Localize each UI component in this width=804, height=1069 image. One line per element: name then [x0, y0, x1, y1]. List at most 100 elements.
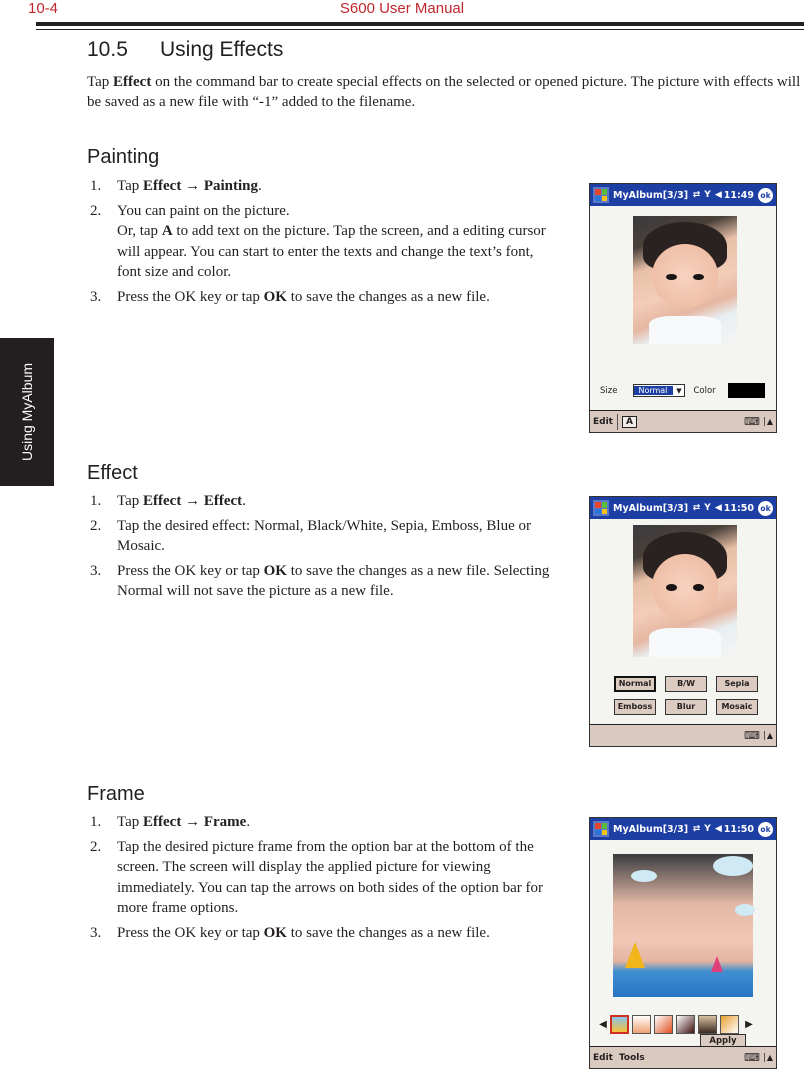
frame-thumb[interactable] — [610, 1015, 629, 1034]
input-panel-arrow-icon[interactable]: ▲ — [763, 731, 773, 740]
photo-face — [651, 244, 719, 309]
app-title: MyAlbum[3/3] — [613, 823, 689, 835]
effect-emboss-button[interactable]: Emboss — [614, 699, 656, 715]
effect-blur-button[interactable]: Blur — [665, 699, 707, 715]
baby-photo — [633, 216, 737, 344]
volume-icon: ◀ — [714, 503, 722, 513]
step: 2. Tap the desired picture frame from the… — [90, 837, 550, 919]
painting-heading: Painting — [87, 146, 160, 168]
tools-menu[interactable]: Tools — [619, 1053, 645, 1063]
side-tab-label: Using MyAlbum — [19, 362, 35, 462]
step-text: . — [246, 814, 251, 830]
step-text: . — [258, 178, 262, 194]
size-select[interactable]: Normal ▼ — [633, 384, 686, 397]
intro-text-suffix: on the command bar to create special eff… — [87, 74, 801, 110]
effect-mosaic-button[interactable]: Mosaic — [716, 699, 758, 715]
edit-menu[interactable]: Edit — [593, 417, 613, 427]
ok-button[interactable]: ok — [758, 821, 773, 837]
painting-steps: 1. Tap Effect → Painting. 2. You can paint… — [90, 176, 550, 311]
effect-sepia-button[interactable]: Sepia — [716, 676, 758, 692]
keyboard-icon[interactable]: ⌨ — [744, 729, 760, 742]
color-label: Color — [693, 385, 716, 396]
frame-thumb[interactable] — [720, 1015, 739, 1034]
effect-screenshot: MyAlbum[3/3] ⇄ Y ◀ 11:50 ok Normal B/W S… — [589, 496, 777, 747]
input-panel-arrow-icon[interactable]: ▲ — [763, 1053, 773, 1062]
step-text: Press the OK key or tap — [117, 288, 264, 305]
chevron-down-icon: ▼ — [676, 386, 682, 395]
framed-photo — [613, 854, 755, 997]
step-bold: Effect → Painting — [143, 178, 259, 194]
title-bar: MyAlbum[3/3] ⇄ Y ◀ 11:50 ok — [590, 818, 776, 840]
step-text: Tap — [117, 178, 144, 194]
color-swatch[interactable] — [727, 383, 765, 398]
section-intro: Tap Effect on the command bar to create … — [87, 72, 804, 112]
keyboard-icon[interactable]: ⌨ — [744, 415, 760, 428]
windows-start-icon[interactable] — [593, 821, 609, 837]
app-title: MyAlbum[3/3] — [613, 189, 689, 201]
command-bar: Edit A ⌨ ▲ — [590, 410, 776, 432]
photo-eye — [666, 273, 677, 280]
step: 2. Tap the desired effect: Normal, Black/… — [90, 516, 550, 557]
frame-option-bar: ◀ ▶ — [596, 1015, 772, 1034]
step-text: to add text on the picture. Tap the scre… — [117, 223, 546, 280]
ok-button[interactable]: ok — [758, 187, 773, 203]
frame-screenshot: MyAlbum[3/3] ⇄ Y ◀ 11:50 ok ◀ ▶ Apply Ed… — [589, 817, 777, 1069]
keyboard-icon[interactable]: ⌨ — [744, 1051, 760, 1064]
step-text: to save the changes as a new file. — [286, 924, 490, 941]
text-tool-button[interactable]: A — [621, 415, 637, 428]
step-text: Tap the desired picture frame from the o… — [117, 838, 544, 917]
frame-thumb[interactable] — [676, 1015, 695, 1034]
step: 2. You can paint on the picture. Or, tap A… — [90, 201, 550, 283]
cloud-decoration — [735, 904, 755, 916]
signal-icon: Y — [704, 190, 711, 200]
effect-normal-button[interactable]: Normal — [614, 676, 656, 692]
frame-thumb[interactable] — [654, 1015, 673, 1034]
step-text: Tap the desired effect: Normal, Black/Wh… — [117, 517, 531, 555]
step-text: to save the changes as a new file. — [286, 288, 490, 305]
photo-eye — [693, 584, 704, 591]
volume-icon: ◀ — [714, 190, 722, 200]
effect-bw-button[interactable]: B/W — [665, 676, 707, 692]
step: 1. Tap Effect → Effect. — [90, 491, 550, 512]
header-rule-thin — [36, 29, 804, 30]
left-arrow-icon[interactable]: ◀ — [596, 1019, 610, 1030]
step-number: 3. — [90, 562, 102, 579]
section-title-text: Using Effects — [160, 38, 284, 61]
step-number: 2. — [90, 517, 102, 534]
step-number: 1. — [90, 493, 102, 509]
step-bold: A — [161, 223, 173, 239]
ok-button[interactable]: ok — [758, 500, 773, 516]
windows-start-icon[interactable] — [593, 500, 609, 516]
step: 1. Tap Effect → Painting. — [90, 176, 550, 197]
signal-icon: Y — [704, 824, 711, 834]
frame-heading: Frame — [87, 783, 145, 805]
text-options-row: Size Normal ▼ Color — [600, 383, 772, 398]
step-text: Or, tap — [117, 223, 162, 239]
photo-face — [651, 554, 719, 621]
sync-icon: ⇄ — [692, 190, 701, 200]
step-text: Tap — [117, 814, 144, 830]
painting-screenshot: MyAlbum[3/3] ⇄ Y ◀ 11:49 ok Size Normal … — [589, 183, 777, 433]
cloud-decoration — [631, 870, 657, 882]
section-number: 10.5 — [87, 38, 128, 61]
frame-thumb[interactable] — [698, 1015, 717, 1034]
input-panel-arrow-icon[interactable]: ▲ — [763, 417, 773, 426]
step: 3. Press the OK key or tap OK to save the… — [90, 561, 550, 602]
size-value: Normal — [634, 386, 674, 395]
edit-menu[interactable]: Edit — [593, 1053, 613, 1063]
intro-bold: Effect — [113, 74, 152, 90]
step-number: 2. — [90, 838, 102, 855]
command-bar: ⌨ ▲ — [590, 724, 776, 746]
right-arrow-icon[interactable]: ▶ — [742, 1019, 756, 1030]
app-title: MyAlbum[3/3] — [613, 502, 689, 514]
sailboat-decoration — [711, 956, 723, 972]
windows-start-icon[interactable] — [593, 187, 609, 203]
size-label: Size — [600, 385, 618, 396]
frame-thumb[interactable] — [632, 1015, 651, 1034]
step-number: 2. — [90, 202, 102, 219]
step-bold: OK — [263, 924, 287, 941]
photo-shirt — [648, 627, 722, 657]
sync-icon: ⇄ — [692, 824, 701, 834]
step-number: 3. — [90, 924, 102, 941]
step-number: 1. — [90, 814, 102, 830]
